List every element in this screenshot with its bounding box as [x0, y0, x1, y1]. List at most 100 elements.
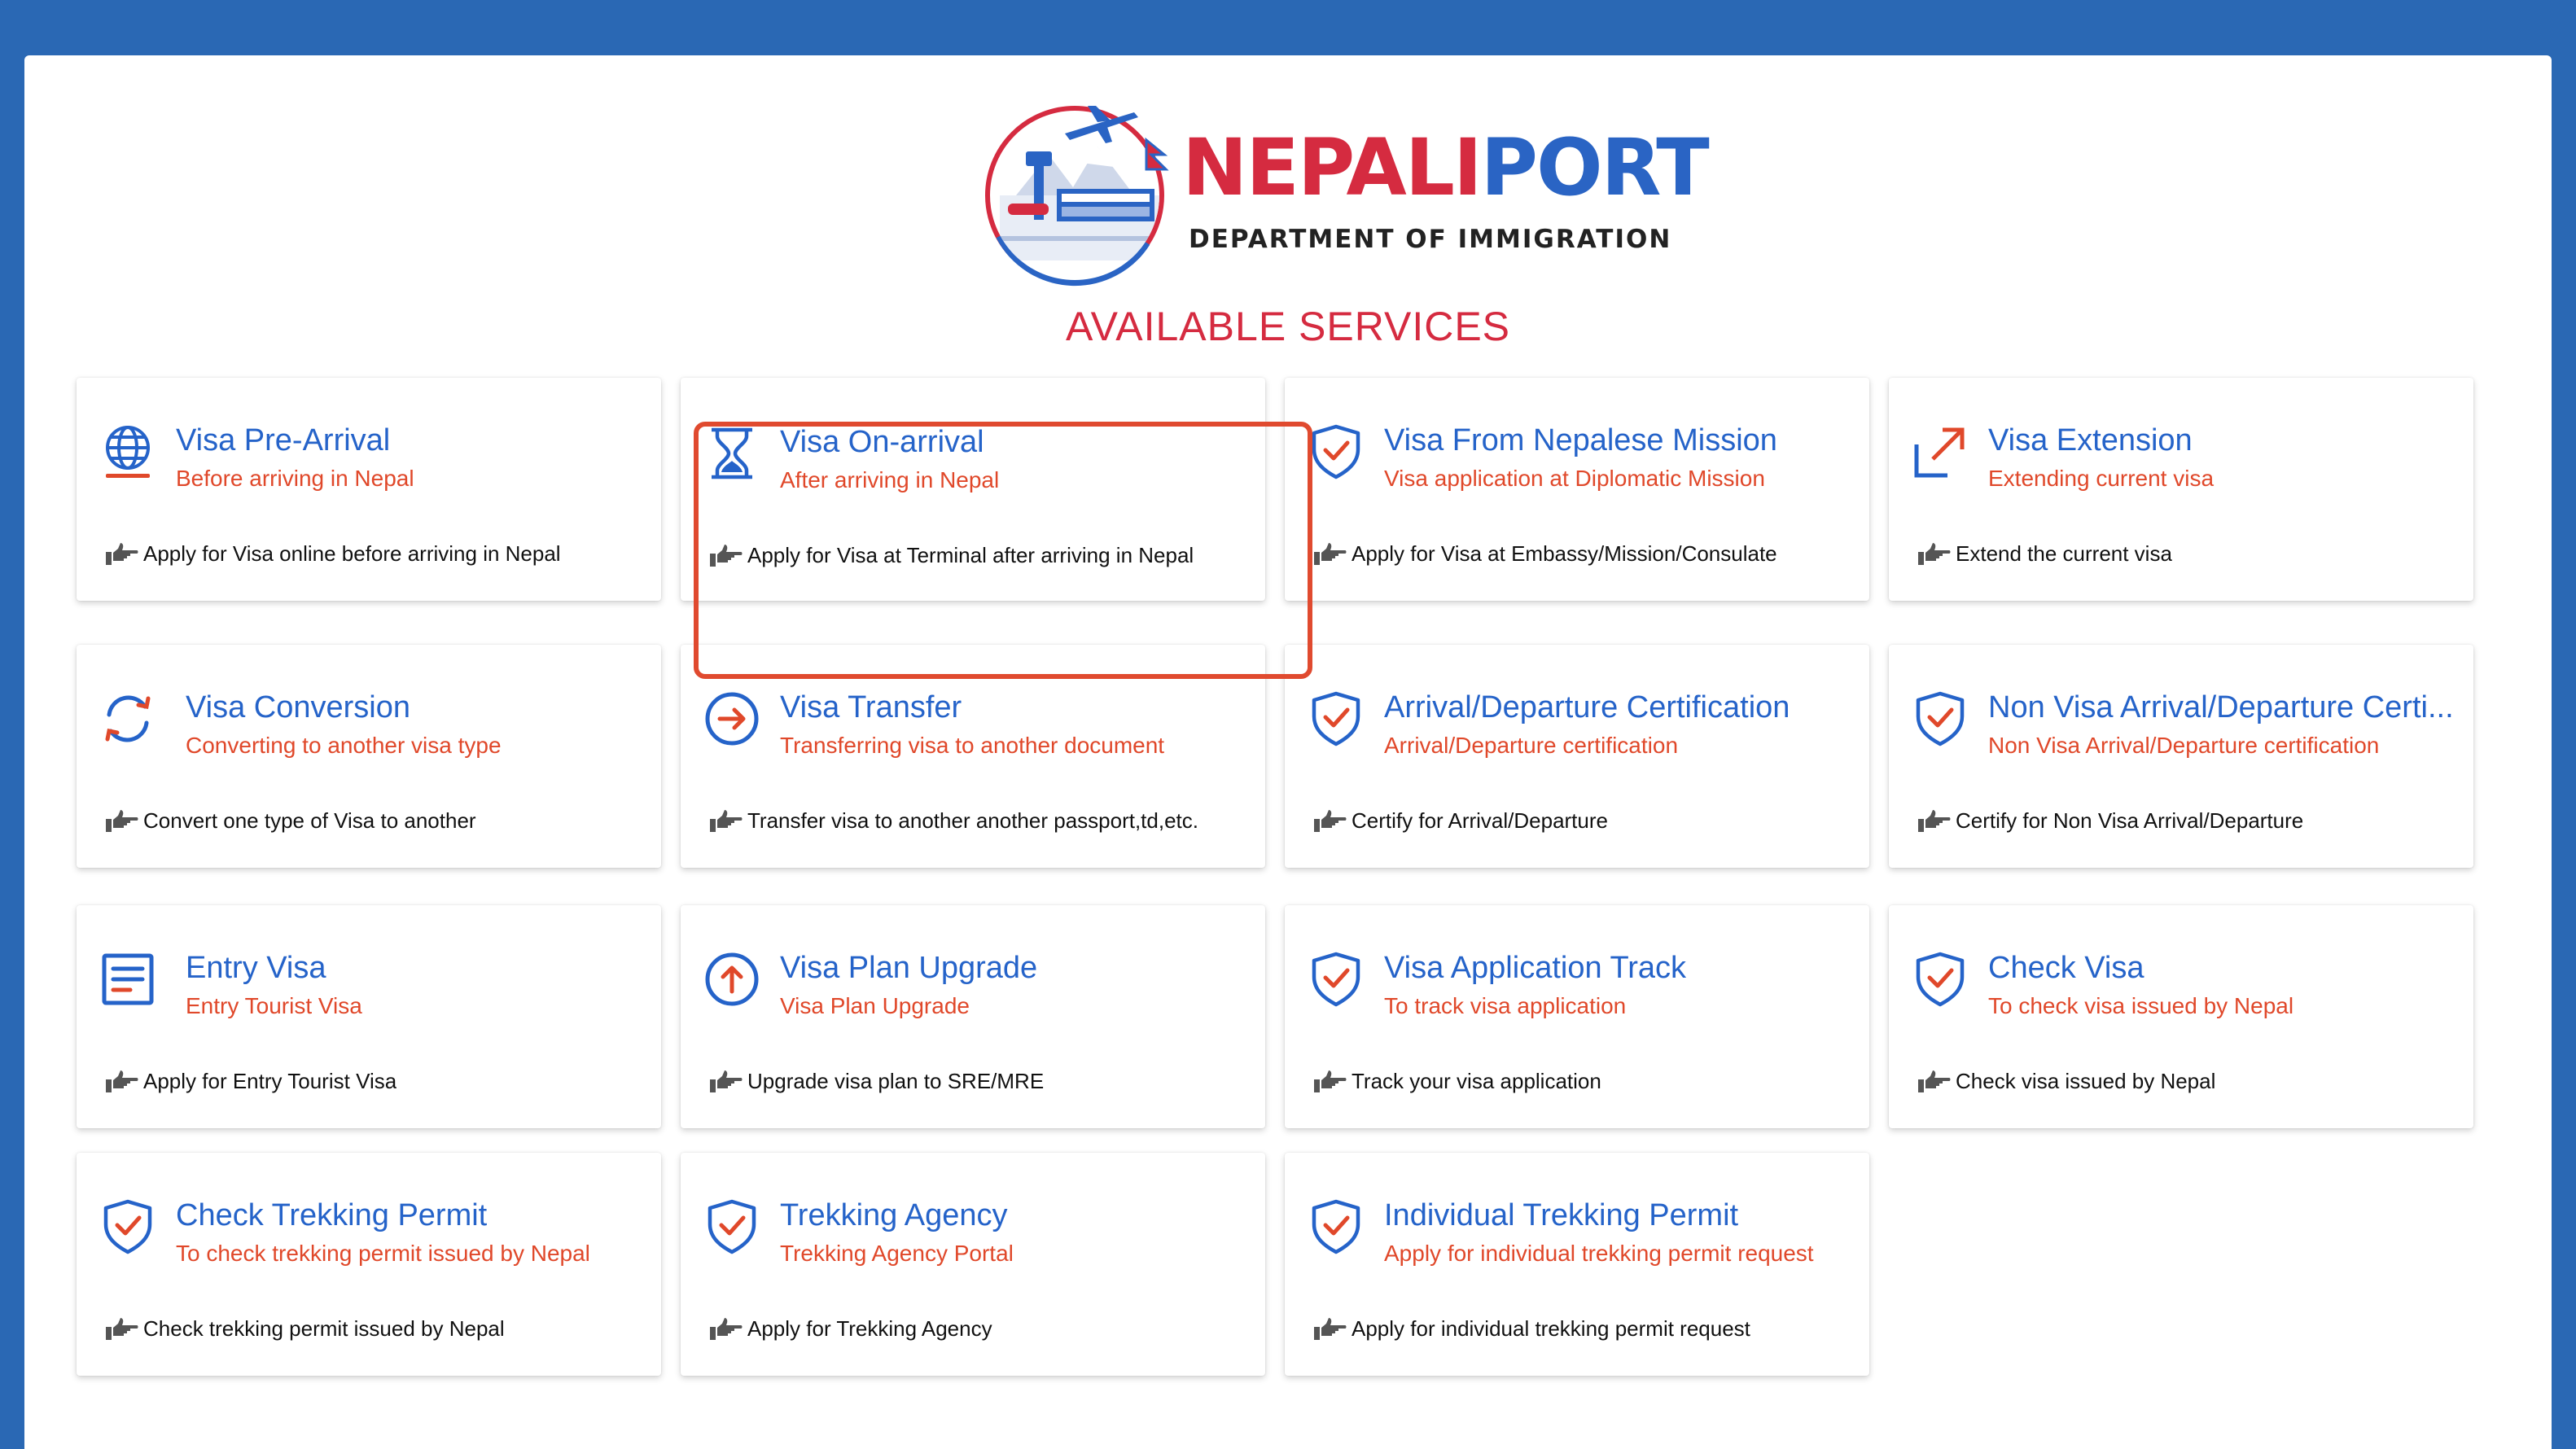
service-description: Upgrade visa plan to SRE/MRE	[747, 1068, 1045, 1093]
thumb-point-icon	[710, 810, 743, 832]
service-description: Apply for Visa at Embassy/Mission/Consul…	[1352, 541, 1777, 566]
service-title: Individual Trekking Permit	[1384, 1198, 1739, 1232]
shield-check-icon	[1912, 690, 1969, 747]
service-description-row: Check trekking permit issued by Nepal	[104, 1315, 645, 1342]
service-card-visa-extension[interactable]: Visa Extension Extending current visa Ex…	[1889, 378, 2473, 601]
service-title: Visa Plan Upgrade	[780, 951, 1038, 985]
service-title: Visa Application Track	[1384, 951, 1687, 985]
shield-check-icon	[99, 1198, 156, 1255]
refresh-icon	[99, 690, 156, 747]
globe-icon	[99, 423, 156, 480]
service-description: Transfer visa to another another passpor…	[747, 808, 1198, 833]
service-description: Check visa issued by Nepal	[1956, 1068, 2216, 1093]
service-description: Apply for individual trekking permit req…	[1352, 1315, 1750, 1341]
service-title: Visa Conversion	[186, 690, 411, 724]
service-title: Visa Pre-Arrival	[176, 423, 391, 457]
service-card-visa-application-track[interactable]: Visa Application Track To track visa app…	[1285, 905, 1869, 1128]
service-card-entry-visa[interactable]: Entry Visa Entry Tourist Visa Apply for …	[77, 905, 661, 1128]
service-subtitle: Extending current visa	[1988, 466, 2215, 491]
service-description-row: Convert one type of Visa to another	[104, 808, 645, 834]
thumb-point-icon	[1918, 1070, 1951, 1092]
service-card-individual-trekking-permit[interactable]: Individual Trekking Permit Apply for ind…	[1285, 1153, 1869, 1376]
service-description: Track your visa application	[1352, 1068, 1601, 1093]
service-title: Entry Visa	[186, 951, 326, 985]
service-subtitle: Apply for individual trekking permit req…	[1384, 1241, 1814, 1266]
service-card-visa-plan-upgrade[interactable]: Visa Plan Upgrade Visa Plan Upgrade Upgr…	[681, 905, 1265, 1128]
service-subtitle: Non Visa Arrival/Departure certification	[1988, 733, 2380, 758]
service-card-visa-on-arrival[interactable]: Visa On-arrival After arriving in Nepal …	[681, 378, 1265, 601]
service-description: Apply for Visa at Terminal after arrivin…	[747, 542, 1194, 567]
service-description-row: Apply for Visa at Terminal after arrivin…	[708, 542, 1249, 568]
service-description: Apply for Entry Tourist Visa	[143, 1068, 397, 1093]
service-title: Check Trekking Permit	[176, 1198, 488, 1232]
service-description-row: Certify for Non Visa Arrival/Departure	[1917, 808, 2457, 834]
service-subtitle: Entry Tourist Visa	[186, 993, 362, 1018]
service-card-visa-conversion[interactable]: Visa Conversion Converting to another vi…	[77, 645, 661, 868]
thumb-point-icon	[1918, 543, 1951, 565]
shield-check-icon	[1308, 690, 1365, 747]
main-panel: NEPALIPORT DEPARTMENT OF IMMIGRATION AVA…	[24, 55, 2552, 1449]
service-description: Apply for Visa online before arriving in…	[143, 541, 561, 566]
service-subtitle: Visa application at Diplomatic Mission	[1384, 466, 1765, 491]
service-description: Extend the current visa	[1956, 541, 2172, 566]
arrow-up-right-icon	[1912, 423, 1969, 480]
service-description: Apply for Trekking Agency	[747, 1315, 992, 1341]
shield-check-icon	[1308, 951, 1365, 1008]
service-subtitle: To check trekking permit issued by Nepal	[176, 1241, 590, 1266]
service-description-row: Apply for Visa online before arriving in…	[104, 541, 645, 567]
service-subtitle: Converting to another visa type	[186, 733, 502, 758]
service-description-row: Apply for Trekking Agency	[708, 1315, 1249, 1342]
logo-subtitle: DEPARTMENT OF IMMIGRATION	[1189, 225, 1672, 254]
service-card-visa-from-nepalese-mission[interactable]: Visa From Nepalese Mission Visa applicat…	[1285, 378, 1869, 601]
thumb-point-icon	[1314, 1318, 1347, 1340]
service-title: Visa Transfer	[780, 690, 962, 724]
service-card-check-visa[interactable]: Check Visa To check visa issued by Nepal…	[1889, 905, 2473, 1128]
thumb-point-icon	[710, 545, 743, 567]
service-description-row: Apply for individual trekking permit req…	[1312, 1315, 1853, 1342]
service-subtitle: Before arriving in Nepal	[176, 466, 414, 491]
service-description-row: Apply for Entry Tourist Visa	[104, 1068, 645, 1094]
service-subtitle: Trekking Agency Portal	[780, 1241, 1014, 1266]
service-card-visa-transfer[interactable]: Visa Transfer Transferring visa to anoth…	[681, 645, 1265, 868]
service-title: Non Visa Arrival/Departure Certi...	[1988, 690, 2454, 724]
service-card-non-visa-arrival-departure[interactable]: Non Visa Arrival/Departure Certi... Non …	[1889, 645, 2473, 868]
service-title: Visa On-arrival	[780, 425, 984, 459]
service-subtitle: Arrival/Departure certification	[1384, 733, 1679, 758]
service-description: Certify for Arrival/Departure	[1352, 808, 1608, 833]
airport-emblem-icon	[985, 106, 1169, 287]
service-card-arrival-departure-certification[interactable]: Arrival/Departure Certification Arrival/…	[1285, 645, 1869, 868]
thumb-point-icon	[106, 543, 138, 565]
service-title: Check Visa	[1988, 951, 2144, 985]
shield-check-icon	[1912, 951, 1969, 1008]
service-description-row: Transfer visa to another another passpor…	[708, 808, 1249, 834]
hourglass-icon	[703, 425, 760, 482]
shield-check-icon	[703, 1198, 760, 1255]
service-title: Trekking Agency	[780, 1198, 1008, 1232]
thumb-point-icon	[1314, 1070, 1347, 1092]
service-description: Check trekking permit issued by Nepal	[143, 1315, 505, 1341]
service-description-row: Track your visa application	[1312, 1068, 1853, 1094]
section-title: AVAILABLE SERVICES	[1065, 304, 1511, 349]
service-subtitle: After arriving in Nepal	[780, 467, 1000, 492]
service-description-row: Check visa issued by Nepal	[1917, 1068, 2457, 1094]
service-subtitle: Visa Plan Upgrade	[780, 993, 970, 1018]
nepaliport-logo[interactable]: NEPALIPORT DEPARTMENT OF IMMIGRATION	[984, 98, 1710, 293]
thumb-point-icon	[1314, 543, 1347, 565]
thumb-point-icon	[710, 1070, 743, 1092]
service-title: Visa Extension	[1988, 423, 2193, 457]
service-description-row: Apply for Visa at Embassy/Mission/Consul…	[1312, 541, 1853, 567]
service-card-visa-pre-arrival[interactable]: Visa Pre-Arrival Before arriving in Nepa…	[77, 378, 661, 601]
arrow-circle-up-icon	[703, 951, 760, 1008]
service-card-check-trekking-permit[interactable]: Check Trekking Permit To check trekking …	[77, 1153, 661, 1376]
service-subtitle: To check visa issued by Nepal	[1988, 993, 2294, 1018]
thumb-point-icon	[710, 1318, 743, 1340]
service-title: Visa From Nepalese Mission	[1384, 423, 1777, 457]
shield-check-icon	[1308, 1198, 1365, 1255]
service-title: Arrival/Departure Certification	[1384, 690, 1790, 724]
thumb-point-icon	[106, 1318, 138, 1340]
service-card-trekking-agency[interactable]: Trekking Agency Trekking Agency Portal A…	[681, 1153, 1265, 1376]
service-description-row: Upgrade visa plan to SRE/MRE	[708, 1068, 1249, 1094]
shield-check-icon	[1308, 423, 1365, 480]
thumb-point-icon	[106, 1070, 138, 1092]
document-list-icon	[99, 951, 156, 1008]
